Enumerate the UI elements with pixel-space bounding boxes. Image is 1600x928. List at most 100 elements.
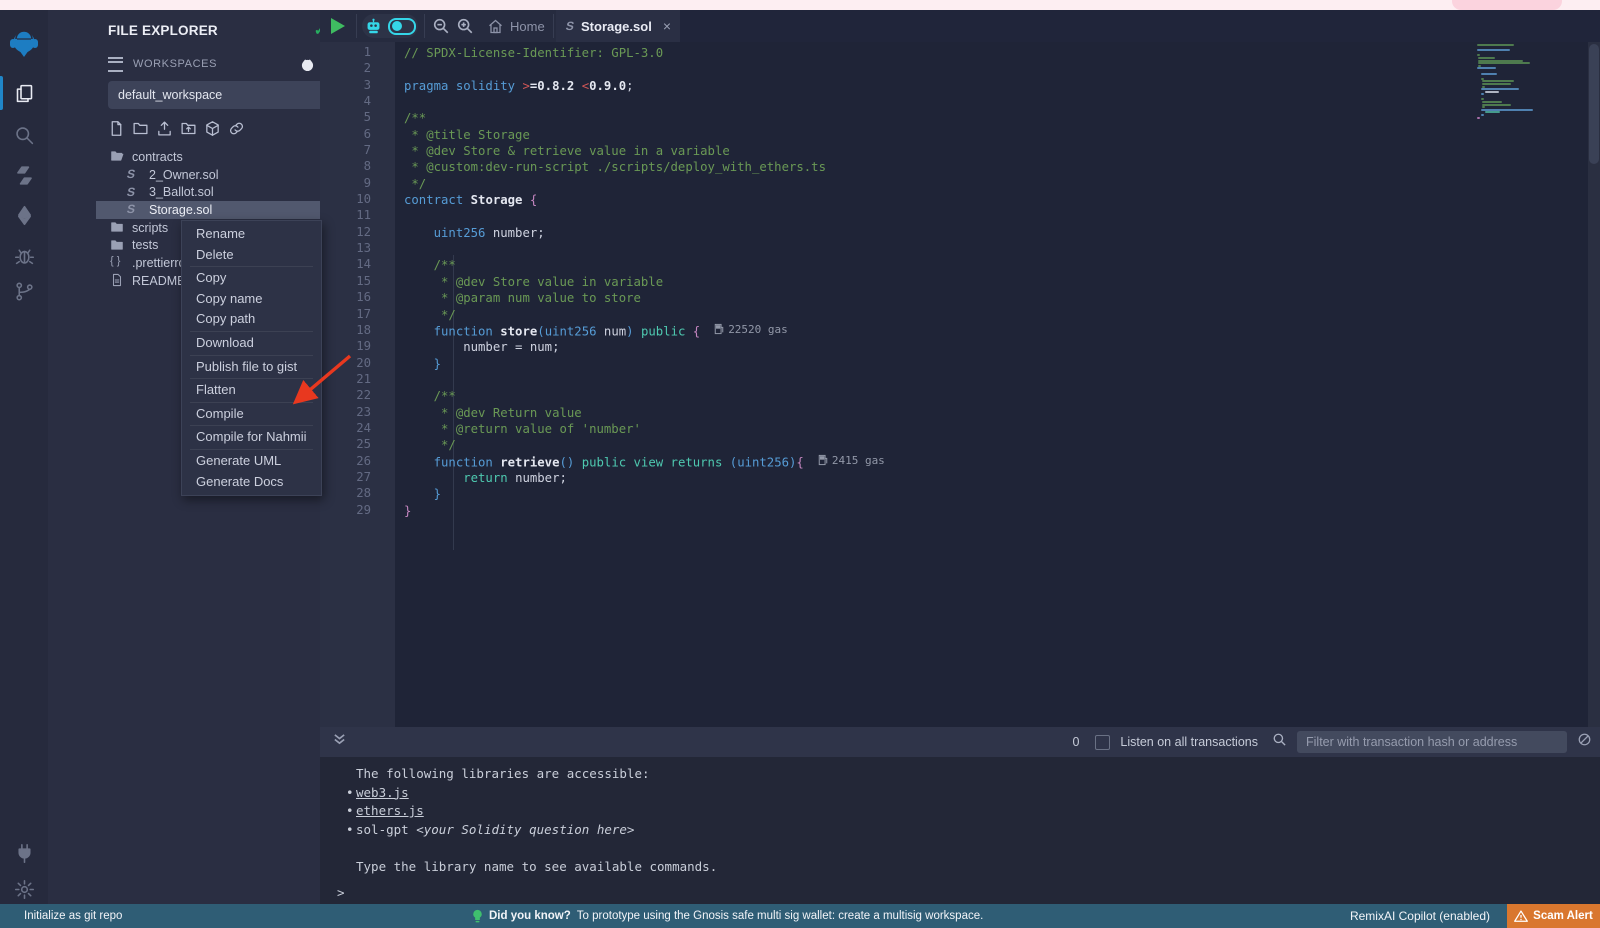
solidity-icon: S bbox=[127, 185, 142, 200]
line-number: 1 bbox=[320, 45, 395, 61]
code-line-17: */ bbox=[404, 307, 1495, 323]
menu-item-generate-uml[interactable]: Generate UML bbox=[182, 451, 321, 472]
menu-item-delete[interactable]: Delete bbox=[182, 245, 321, 266]
code-editor[interactable]: 1234567891011121314151617181920212223242… bbox=[320, 42, 1600, 727]
line-number: 8 bbox=[320, 159, 395, 175]
line-number: 21 bbox=[320, 372, 395, 388]
new-folder-icon[interactable] bbox=[132, 120, 149, 137]
terminal-collapse-icon[interactable] bbox=[333, 733, 346, 751]
menu-item-generate-docs[interactable]: Generate Docs bbox=[182, 472, 321, 493]
terminal-line: The following libraries are accessible: bbox=[356, 765, 1600, 784]
upload-file-icon[interactable] bbox=[156, 120, 173, 137]
activity-deploy-run-icon[interactable] bbox=[0, 198, 48, 232]
code-line-8: * @custom:dev-run-script ./scripts/deplo… bbox=[404, 159, 1495, 175]
context-menu: RenameDeleteCopyCopy nameCopy path Downlo… bbox=[181, 220, 322, 496]
toolbar-divider bbox=[356, 14, 357, 38]
code-line-27: return number; bbox=[404, 470, 1495, 486]
activity-settings-icon[interactable] bbox=[0, 872, 48, 906]
listen-label: Listen on all transactions bbox=[1120, 735, 1258, 749]
minimap-line bbox=[1477, 75, 1535, 77]
line-number: 22 bbox=[320, 388, 395, 404]
zoom-out-icon[interactable] bbox=[432, 17, 450, 40]
minimap-line bbox=[1482, 101, 1502, 103]
activity-debugger-icon[interactable] bbox=[0, 238, 48, 272]
solidity-icon: S bbox=[127, 167, 142, 182]
file-icon bbox=[110, 273, 125, 288]
new-file-icon[interactable] bbox=[108, 120, 125, 137]
listen-checkbox[interactable] bbox=[1095, 735, 1110, 750]
terminal-italic-text: <your Solidity question here> bbox=[416, 822, 634, 837]
tab-home[interactable]: Home bbox=[478, 10, 555, 42]
menu-divider bbox=[190, 355, 313, 356]
zoom-in-icon[interactable] bbox=[456, 17, 474, 40]
code-line-2 bbox=[404, 61, 1495, 77]
activity-solidity-compiler-icon[interactable] bbox=[0, 158, 48, 192]
menu-divider bbox=[190, 402, 313, 403]
minimap-line bbox=[1482, 104, 1510, 106]
terminal-link-web3.js[interactable]: web3.js bbox=[356, 785, 409, 800]
lightbulb-icon bbox=[472, 909, 483, 924]
minimap-line bbox=[1482, 83, 1510, 85]
minimap-line bbox=[1485, 111, 1500, 113]
terminal-line: Type the library name to see available c… bbox=[356, 858, 1600, 877]
menu-divider bbox=[190, 266, 313, 267]
tabbar-empty-area bbox=[680, 10, 1600, 43]
run-script-button[interactable] bbox=[328, 17, 348, 35]
ai-robot-icon[interactable] bbox=[365, 18, 382, 35]
git-init-button[interactable]: Initialize as git repo bbox=[24, 910, 122, 922]
activity-plugin-manager-icon[interactable] bbox=[0, 836, 48, 870]
braces-icon: { } bbox=[110, 255, 125, 270]
terminal-search-icon[interactable] bbox=[1272, 732, 1287, 752]
terminal-line bbox=[356, 839, 1600, 858]
transaction-filter-input[interactable] bbox=[1297, 731, 1567, 753]
link-icon[interactable] bbox=[228, 120, 245, 137]
line-number: 15 bbox=[320, 274, 395, 290]
menu-item-copy[interactable]: Copy bbox=[182, 268, 321, 289]
code-content[interactable]: // SPDX-License-Identifier: GPL-3.0pragm… bbox=[395, 42, 1495, 727]
terminal-link-ethers.js[interactable]: ethers.js bbox=[356, 803, 424, 818]
scam-alert-button[interactable]: Scam Alert bbox=[1507, 904, 1600, 928]
code-line-10: contract Storage { bbox=[404, 192, 1495, 208]
menu-item-compile[interactable]: Compile bbox=[182, 404, 321, 425]
editor-scrollbar-thumb[interactable] bbox=[1589, 44, 1599, 164]
remix-logo-icon[interactable] bbox=[0, 24, 48, 64]
terminal-line: •ethers.js bbox=[356, 802, 1600, 821]
menu-item-copy-path[interactable]: Copy path bbox=[182, 309, 321, 330]
menu-item-copy-name[interactable]: Copy name bbox=[182, 289, 321, 310]
close-tab-icon[interactable]: × bbox=[663, 18, 671, 34]
ipfs-cube-icon[interactable] bbox=[204, 120, 221, 137]
minimap-line bbox=[1477, 70, 1535, 72]
menu-item-flatten[interactable]: Flatten bbox=[182, 380, 321, 401]
activity-git-icon[interactable] bbox=[0, 274, 48, 308]
activity-file-explorer-icon[interactable] bbox=[0, 76, 48, 110]
file-actions-toolbar bbox=[108, 120, 245, 142]
minimap-line bbox=[1481, 114, 1484, 116]
gas-estimate-badge[interactable]: 2415 gas bbox=[818, 454, 885, 467]
code-line-18: function store(uint256 num) public {2252… bbox=[404, 323, 1495, 339]
workspace-select[interactable]: default_workspace bbox=[108, 81, 354, 109]
code-line-5: /** bbox=[404, 110, 1495, 126]
upload-folder-icon[interactable] bbox=[180, 120, 197, 137]
minimap[interactable] bbox=[1477, 44, 1535, 119]
terminal-output[interactable]: The following libraries are accessible: •… bbox=[320, 757, 1600, 904]
tab-storage-sol[interactable]: S Storage.sol × bbox=[556, 10, 680, 42]
menu-item-download[interactable]: Download bbox=[182, 333, 321, 354]
line-number: 5 bbox=[320, 110, 395, 126]
line-number: 12 bbox=[320, 225, 395, 241]
code-line-28: } bbox=[404, 486, 1495, 502]
scam-alert-label: Scam Alert bbox=[1533, 910, 1593, 922]
activity-search-icon[interactable] bbox=[0, 118, 48, 152]
line-number: 6 bbox=[320, 127, 395, 143]
copilot-toggle[interactable] bbox=[388, 18, 416, 35]
terminal-prompt[interactable]: > bbox=[337, 884, 345, 903]
copilot-status[interactable]: RemixAI Copilot (enabled) bbox=[1350, 909, 1490, 923]
menu-item-compile-for-nahmii[interactable]: Compile for Nahmii bbox=[182, 427, 321, 448]
menu-item-publish-file-to-gist[interactable]: Publish file to gist bbox=[182, 357, 321, 378]
menu-item-rename[interactable]: Rename bbox=[182, 224, 321, 245]
workspace-selected-value: default_workspace bbox=[118, 88, 329, 102]
terminal-text: sol-gpt bbox=[356, 822, 416, 837]
hamburger-menu-icon[interactable] bbox=[108, 57, 123, 72]
gas-estimate-badge[interactable]: 22520 gas bbox=[714, 323, 788, 336]
clear-console-icon[interactable] bbox=[1577, 732, 1592, 752]
folder-open-icon bbox=[110, 149, 125, 164]
